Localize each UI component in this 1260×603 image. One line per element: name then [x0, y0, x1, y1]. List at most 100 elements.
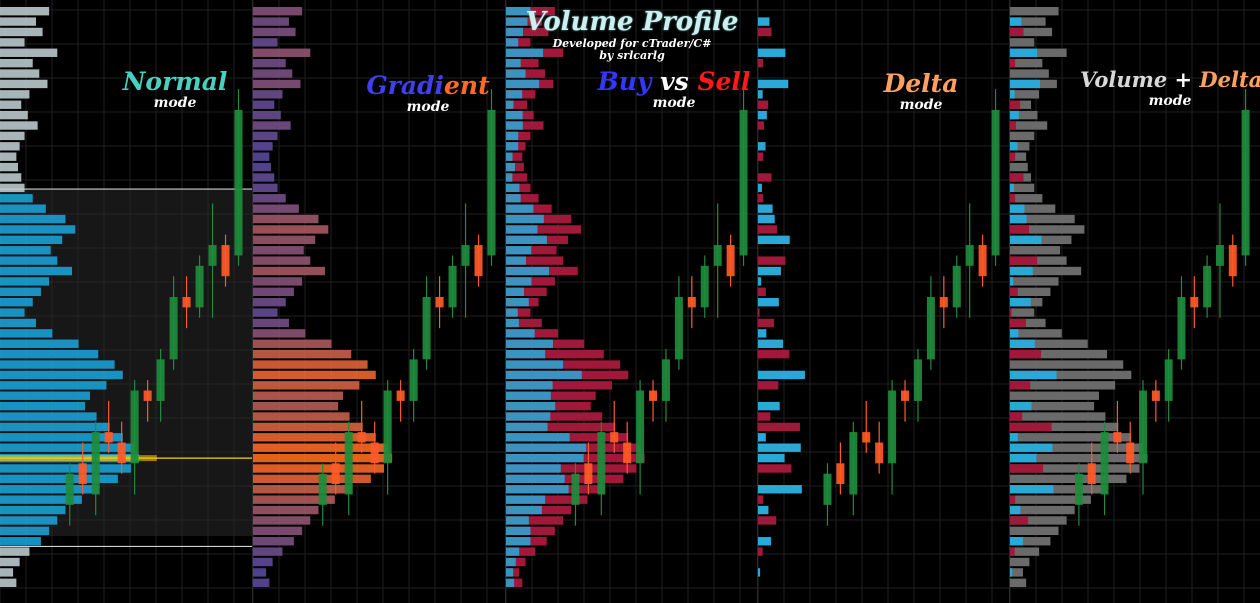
delta-bar: [1010, 235, 1042, 245]
delta-bar: [1010, 277, 1014, 286]
volume-bar: [0, 225, 76, 234]
buy-bar: [506, 256, 526, 265]
panel-voldelta-mode: Volume + Delta mode: [1010, 0, 1260, 603]
volume-bar: [253, 27, 296, 37]
delta-bar: [1010, 422, 1052, 432]
panel-buysell-mode: Buy vs Sell mode: [506, 0, 758, 603]
candle-body: [396, 390, 405, 401]
volume-bar: [0, 433, 123, 442]
delta-bar: [1010, 298, 1031, 307]
volume-bar: [0, 537, 41, 546]
candle-body: [130, 390, 139, 464]
buy-bar: [506, 381, 553, 390]
candle-body: [487, 109, 496, 256]
delta-bar: [758, 79, 789, 89]
volume-bar: [253, 391, 344, 400]
delta-bar: [1010, 547, 1015, 556]
panel-normal-mode: Normal mode: [0, 0, 253, 603]
buy-bar: [506, 48, 544, 57]
delta-bar: [1010, 48, 1038, 57]
volume-bar: [253, 131, 278, 141]
buy-bar: [506, 568, 514, 577]
delta-bar: [1010, 505, 1021, 515]
volume-bar: [253, 277, 303, 286]
volume-bar: [253, 142, 273, 151]
buy-bar: [506, 526, 531, 536]
delta-bar: [758, 505, 769, 515]
delta-bar: [1010, 121, 1016, 130]
candle-body: [571, 473, 580, 505]
candle-body: [1228, 245, 1237, 277]
delta-bar: [1010, 58, 1016, 68]
volume-bar: [253, 422, 363, 432]
delta-bar: [1010, 318, 1026, 328]
buy-bar: [506, 464, 561, 473]
volume-bar: [0, 162, 19, 172]
delta-bar: [758, 568, 761, 577]
delta-bar: [1010, 100, 1021, 109]
buy-bar: [506, 79, 540, 89]
candle-body: [1241, 109, 1250, 256]
delta-bar: [1010, 329, 1019, 338]
delta-bar: [758, 401, 780, 411]
candle-body: [344, 432, 353, 495]
candle-body: [939, 297, 948, 308]
candle-body: [991, 109, 1000, 256]
delta-bar: [1010, 142, 1018, 151]
panel-normal-plot: [0, 0, 252, 603]
candle-body: [435, 297, 444, 308]
volume-bar: [253, 256, 311, 265]
buy-bar: [506, 422, 548, 432]
panel-buysell-plot: [506, 0, 757, 603]
volume-bar: [253, 526, 303, 536]
buy-bar: [506, 173, 513, 182]
candle-body: [370, 442, 379, 464]
volume-bar: [253, 110, 281, 120]
delta-bar: [758, 516, 777, 525]
buy-bar: [506, 69, 526, 78]
delta-bar: [1010, 79, 1041, 89]
volume-bar: [253, 298, 286, 307]
candle-body: [318, 473, 327, 505]
buy-bar: [506, 360, 564, 369]
volume-bar: [0, 422, 110, 432]
delta-bar: [758, 381, 779, 390]
buy-bar: [506, 318, 519, 328]
delta-bar: [758, 485, 802, 494]
buy-bar: [506, 38, 519, 47]
delta-bar: [758, 453, 785, 463]
delta-bar: [758, 495, 764, 504]
buy-bar: [506, 443, 587, 452]
candle-body: [234, 109, 243, 256]
volume-bar: [1010, 308, 1035, 317]
candle-body: [610, 432, 619, 443]
candle-body: [636, 390, 645, 464]
volume-bar: [0, 121, 38, 130]
candle-body: [623, 442, 632, 464]
buy-bar: [506, 131, 519, 141]
volume-bar: [0, 526, 50, 536]
volume-bar: [0, 339, 79, 348]
volume-bar: [253, 100, 275, 109]
volume-bar: [1010, 391, 1099, 400]
volume-bar: [1010, 526, 1059, 536]
volume-bar: [0, 401, 86, 411]
candle-body: [1113, 432, 1122, 443]
delta-bar: [758, 194, 764, 203]
candle-body: [978, 245, 987, 277]
volume-bar: [0, 391, 91, 400]
buy-bar: [506, 370, 582, 380]
volume-bar: [1010, 38, 1035, 47]
volume-bar: [0, 38, 25, 47]
panel-gradient-plot: [253, 0, 505, 603]
delta-bar: [758, 412, 771, 421]
volume-bar: [0, 381, 107, 390]
panel-delta-plot: [758, 0, 1009, 603]
buy-bar: [506, 266, 550, 276]
delta-bar: [758, 110, 767, 120]
volume-bar: [0, 505, 66, 515]
volume-bar: [0, 152, 17, 161]
delta-bar: [1010, 433, 1018, 442]
candle-body: [952, 265, 961, 308]
candle-body: [1100, 432, 1109, 495]
